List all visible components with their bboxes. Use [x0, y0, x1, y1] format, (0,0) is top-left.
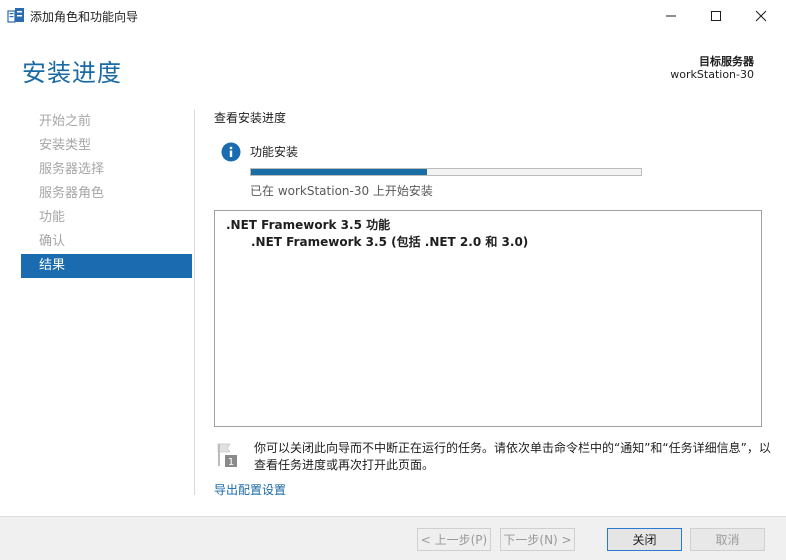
wizard-nav: 开始之前 安装类型 服务器选择 服务器角色 功能 确认 结果	[21, 110, 192, 278]
minimize-icon	[666, 15, 676, 16]
info-icon	[221, 142, 241, 162]
wizard-footer: < 上一步(P) 下一步(N) > 关闭 取消	[0, 516, 786, 560]
install-status-text: 已在 workStation-30 上开始安装	[250, 184, 433, 198]
nav-item-confirmation: 确认	[39, 234, 66, 249]
server-manager-icon	[7, 8, 24, 23]
title-bar: 添加角色和功能向导	[0, 0, 786, 31]
minimize-button[interactable]	[648, 0, 694, 31]
close-button[interactable]: 关闭	[607, 528, 682, 551]
notification-badge: 1	[228, 457, 234, 468]
close-window-button[interactable]	[738, 0, 784, 31]
previous-button[interactable]: < 上一步(P)	[417, 528, 491, 551]
nav-item-server-selection: 服务器选择	[39, 162, 105, 177]
maximize-button[interactable]	[693, 0, 739, 31]
section-title: 查看安装进度	[214, 111, 287, 125]
results-box[interactable]: .NET Framework 3.5 功能 .NET Framework 3.5…	[214, 210, 762, 427]
result-feature-sub: .NET Framework 3.5 (包括 .NET 2.0 和 3.0)	[251, 235, 529, 249]
nav-item-installation-type: 安装类型	[39, 138, 92, 153]
notification-flag-icon: 1	[217, 443, 237, 468]
close-icon	[755, 10, 767, 21]
note-text: 你可以关闭此向导而不中断正在运行的任务。请依次单击命令栏中的“通知”和“任务详细…	[254, 441, 771, 472]
target-server-value: workStation-30	[670, 68, 754, 81]
target-server-label: 目标服务器	[699, 55, 754, 68]
page-title: 安装进度	[22, 59, 122, 87]
nav-divider	[194, 110, 195, 495]
install-progress-fill	[251, 169, 427, 175]
window-title: 添加角色和功能向导	[30, 10, 139, 24]
wizard-header: 安装进度 目标服务器 workStation-30	[0, 31, 786, 103]
nav-item-results[interactable]: 结果	[21, 254, 192, 278]
install-progress-bar	[250, 168, 642, 176]
maximize-icon	[711, 10, 721, 21]
nav-item-before-you-begin: 开始之前	[39, 114, 92, 129]
nav-item-features: 功能	[39, 210, 66, 225]
feature-install-label: 功能安装	[250, 145, 299, 159]
next-button[interactable]: 下一步(N) >	[500, 528, 575, 551]
result-feature-main: .NET Framework 3.5 功能	[226, 218, 391, 232]
cancel-button[interactable]: 取消	[690, 528, 765, 551]
export-config-link[interactable]: 导出配置设置	[214, 481, 286, 498]
nav-item-server-roles: 服务器角色	[39, 186, 105, 201]
